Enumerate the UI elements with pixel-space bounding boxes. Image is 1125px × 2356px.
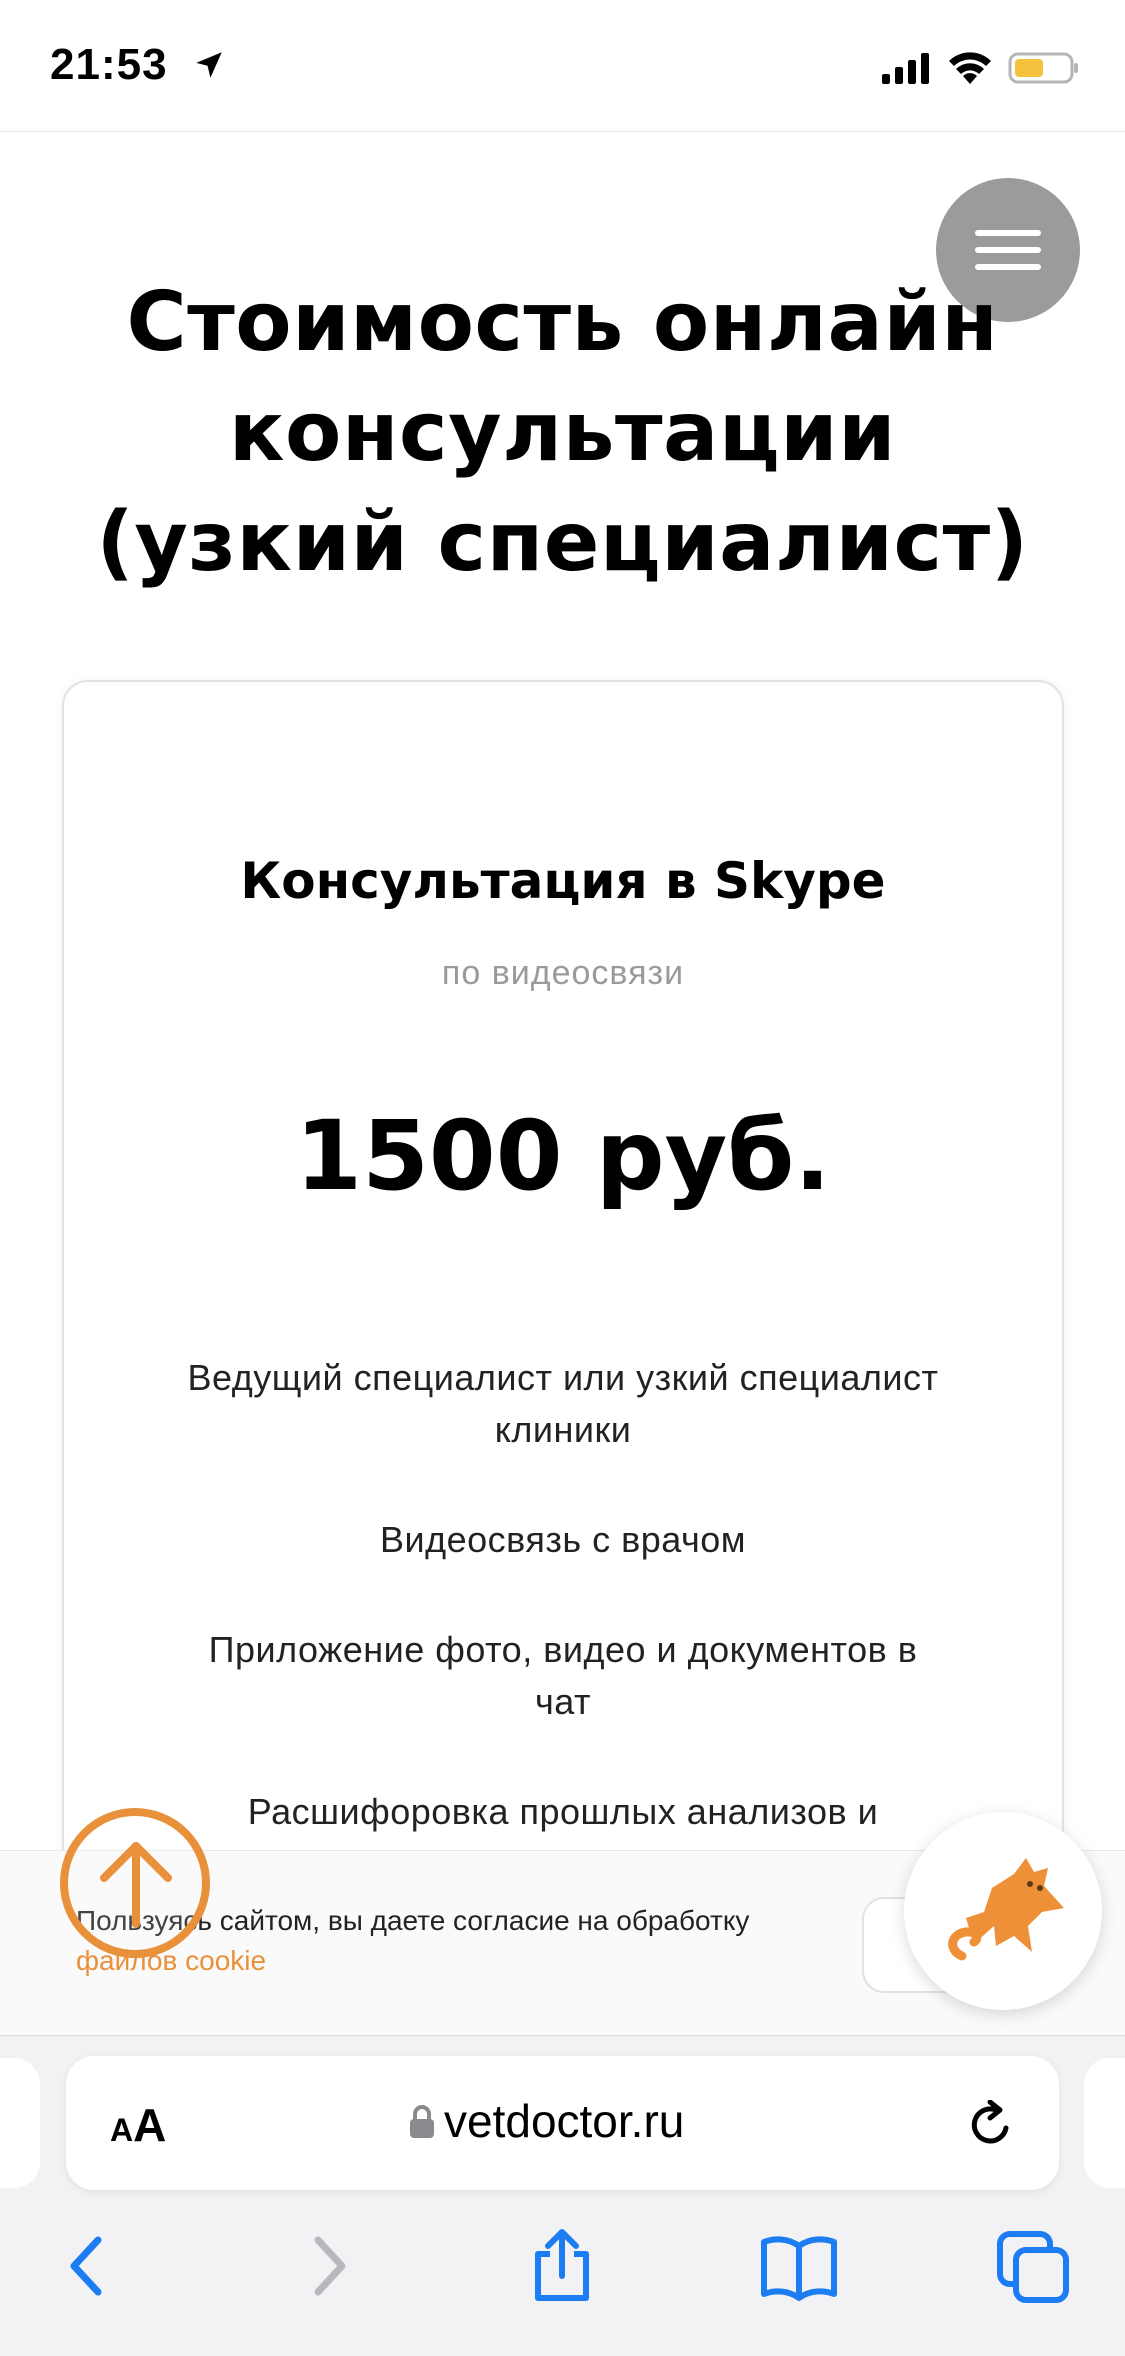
scroll-to-top-button[interactable] [60, 1808, 210, 1958]
chat-widget-button[interactable] [904, 1812, 1102, 2010]
page-title-line: консультации [228, 385, 897, 480]
status-time: 21:53 [50, 40, 168, 89]
aa-small-letter: A [110, 2112, 134, 2148]
page-title-line: Стоимость онлайн [126, 275, 999, 370]
hamburger-icon-bar [975, 247, 1041, 253]
aa-large-letter: A [133, 2099, 167, 2151]
status-bar: 21:53 [0, 0, 1125, 132]
card-price: 1500 руб. [295, 1100, 831, 1212]
url-text: vetdoctor.ru [444, 2095, 685, 2147]
arrow-up-icon [100, 1842, 172, 1928]
forward-arrow-icon[interactable] [306, 2228, 354, 2304]
feature-item: Расшифоровка прошлых анализов и [247, 1791, 879, 1832]
card-subtitle: по видеосвязи [441, 954, 685, 992]
next-tab-preview[interactable] [1084, 2058, 1125, 2188]
previous-tab-preview[interactable] [0, 2058, 40, 2188]
browser-toolbar: AA vetdoctor.ru [0, 2036, 1125, 2356]
reload-icon[interactable] [966, 2100, 1016, 2150]
feature-item: Приложение фото, видео и документов в ча… [208, 1629, 918, 1722]
feature-item: Видеосвязь с врачом [379, 1519, 747, 1560]
page-title: Стоимость онлайн консультации (узкий спе… [40, 268, 1085, 598]
price-card: Консультация в Skype по видеосвязи 1500 … [62, 680, 1064, 1900]
share-icon[interactable] [530, 2228, 594, 2304]
card-title: Консультация в Skype [240, 852, 886, 910]
hamburger-icon-bar [975, 230, 1041, 236]
page-title-line: (узкий специалист) [96, 495, 1029, 590]
wifi-icon [949, 52, 991, 84]
reader-text-size-button[interactable]: AA [110, 2098, 166, 2152]
back-arrow-icon[interactable] [62, 2228, 110, 2304]
lock-icon [410, 2105, 434, 2138]
cellular-signal-icon [882, 53, 929, 84]
battery-icon [1008, 52, 1078, 84]
bookmarks-book-icon[interactable] [760, 2228, 838, 2304]
location-arrow-icon [196, 52, 222, 78]
address-bar[interactable]: AA vetdoctor.ru [66, 2056, 1059, 2190]
tabs-overview-icon[interactable] [996, 2228, 1070, 2304]
feature-item: Ведущий специалист или узкий специалист … [187, 1357, 939, 1450]
cat-mascot-icon [948, 1858, 1064, 1961]
feature-list: Ведущий специалист или узкий специалист … [64, 1352, 1062, 1896]
cookie-policy-link[interactable]: файлов cookie [76, 1941, 836, 1981]
